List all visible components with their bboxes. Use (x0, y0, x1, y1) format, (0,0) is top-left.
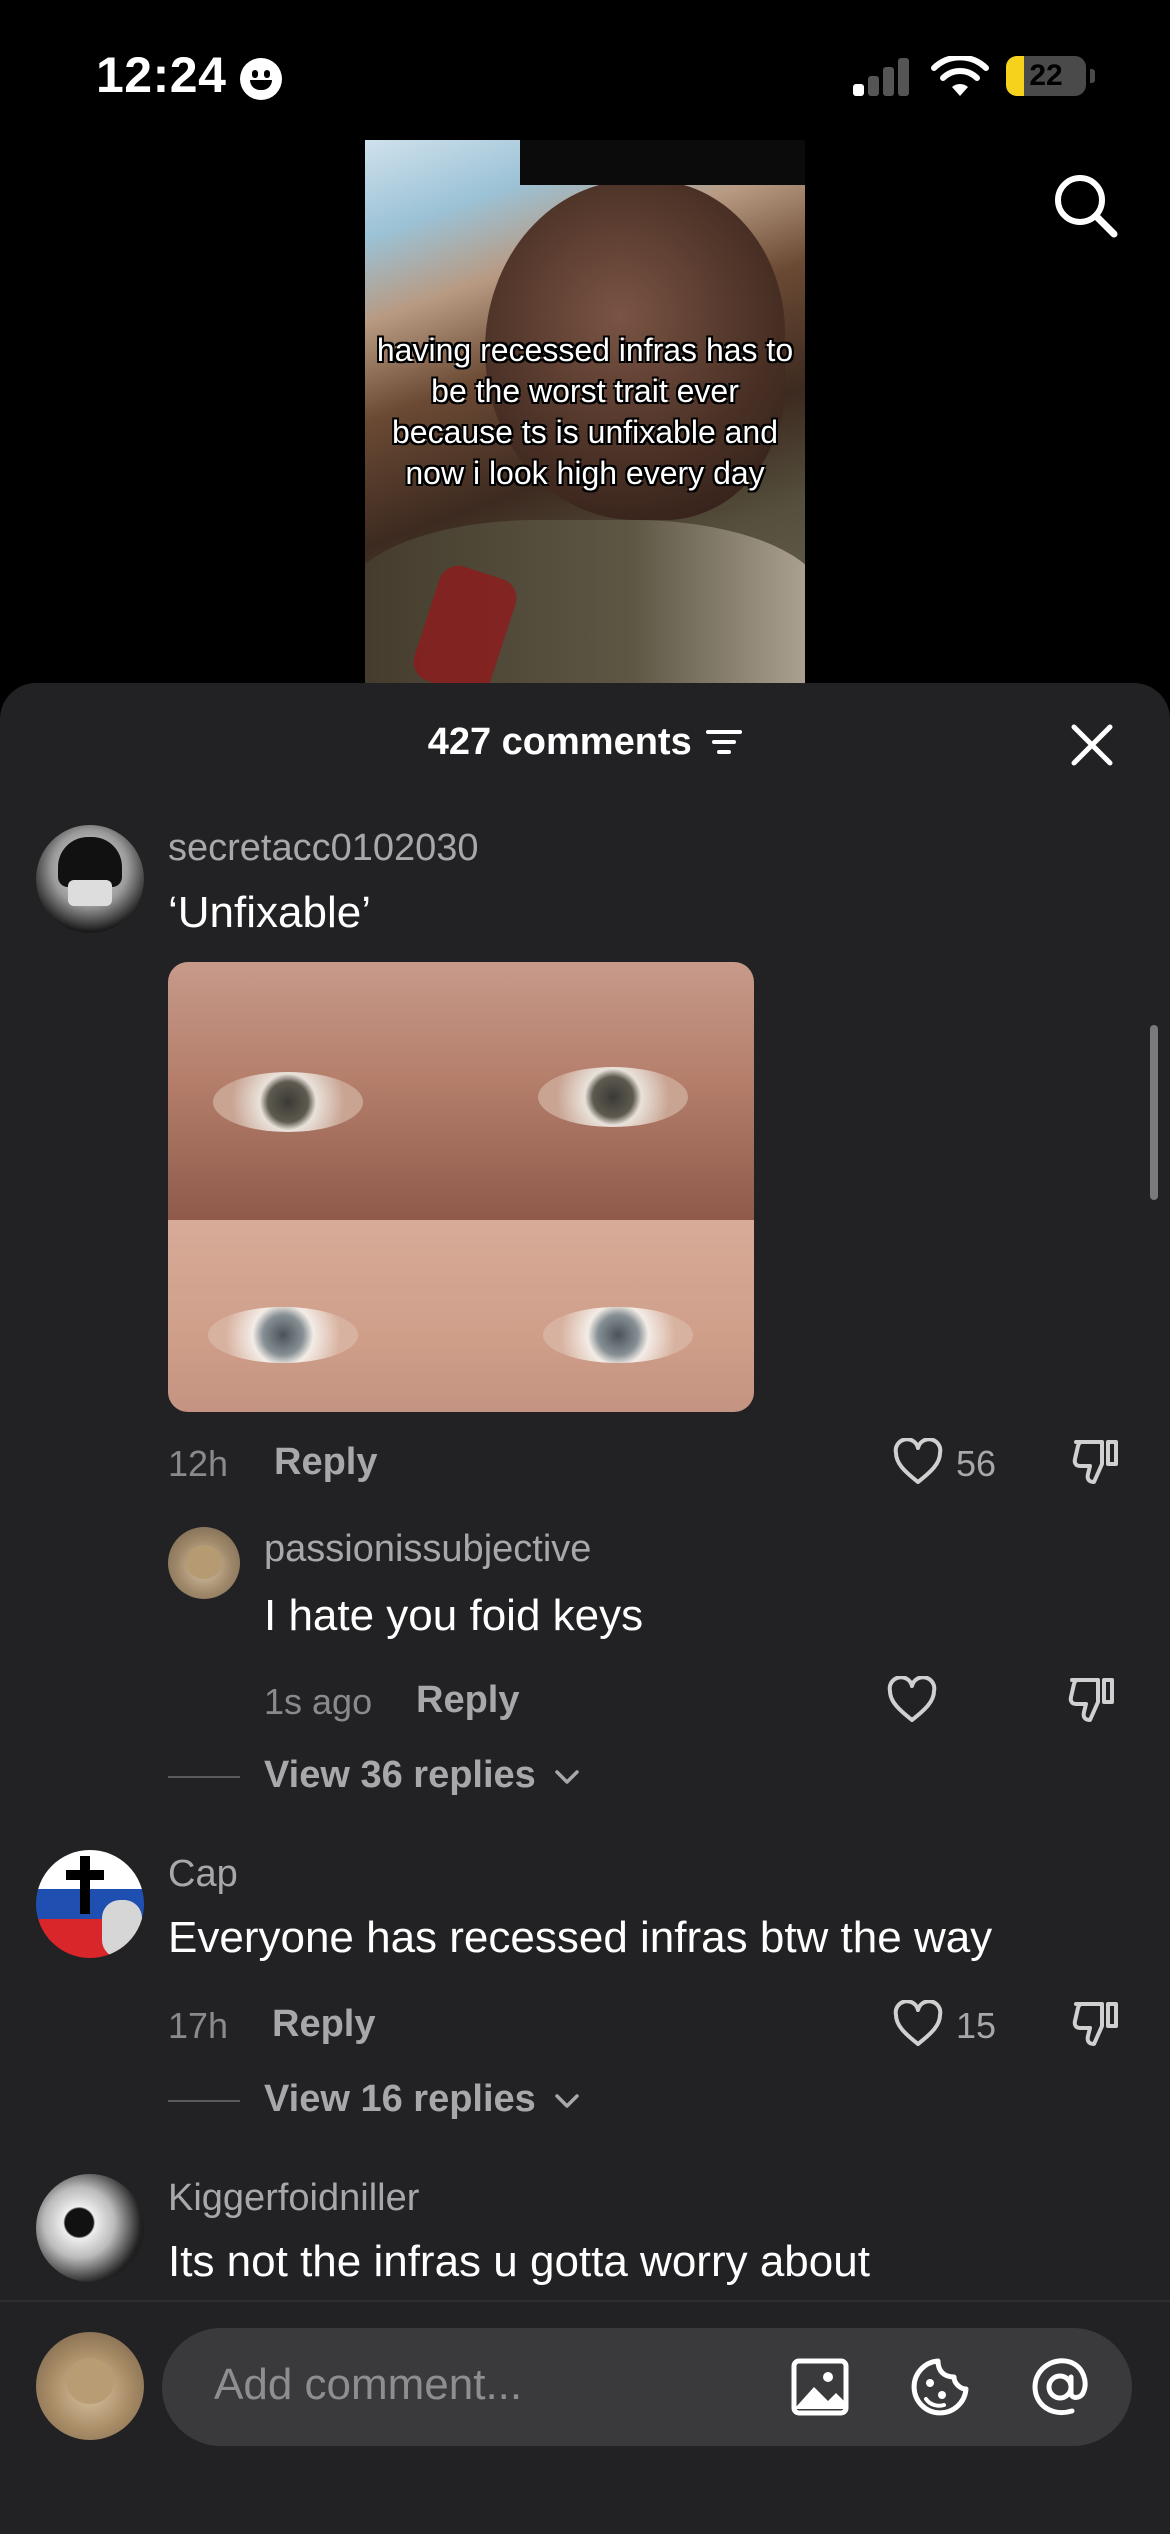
reply-username[interactable]: passionissubjective (264, 1528, 591, 1571)
avatar (36, 2332, 144, 2440)
comment-username[interactable]: Cap (168, 1853, 238, 1896)
close-icon[interactable] (1068, 721, 1116, 769)
reply-button[interactable]: Reply (416, 1679, 519, 1722)
dislike-icon[interactable] (1070, 1436, 1122, 1488)
dislike-icon[interactable] (1070, 1998, 1122, 2050)
avatar[interactable] (36, 2174, 144, 2282)
divider (168, 1776, 240, 1778)
comments-count[interactable]: 427 comments (0, 721, 1170, 764)
heart-icon[interactable] (892, 1438, 944, 1486)
comment-composer: Add comment... (0, 2300, 1170, 2534)
heart-icon[interactable] (892, 2000, 944, 2048)
divider (168, 2100, 240, 2102)
comment-image[interactable] (168, 962, 754, 1412)
battery-icon: 22 (1006, 56, 1095, 96)
comment-time: 17h (168, 2005, 229, 2046)
status-time: 12:24 (96, 47, 227, 103)
image-icon[interactable] (788, 2355, 852, 2419)
filter-icon[interactable] (706, 727, 743, 757)
comment-username[interactable]: Kiggerfoidniller (168, 2177, 419, 2220)
battery-level: 22 (1029, 59, 1063, 92)
avatar[interactable] (36, 1850, 144, 1958)
dislike-icon[interactable] (1066, 1674, 1118, 1726)
avatar[interactable] (168, 1527, 240, 1599)
reply-button[interactable]: Reply (274, 1441, 377, 1484)
comments-scrollbar[interactable] (1150, 1025, 1158, 1200)
view-replies-button[interactable]: View 36 replies (264, 1754, 580, 1797)
reply-time: 1s ago (264, 1681, 373, 1722)
chevron-down-icon (555, 1770, 580, 1784)
wifi-icon (931, 56, 989, 96)
chevron-down-icon (555, 2094, 580, 2108)
mention-icon[interactable] (1028, 2355, 1092, 2419)
view-replies-button[interactable]: View 16 replies (264, 2078, 580, 2121)
search-icon[interactable] (1050, 170, 1122, 242)
comment-input-placeholder: Add comment... (214, 2360, 523, 2409)
like-count: 56 (956, 1443, 997, 1484)
reply-button[interactable]: Reply (272, 2003, 375, 2046)
video-caption: having recessed infras has to be the wor… (376, 332, 794, 491)
comment-time: 12h (168, 1443, 229, 1484)
comment-input[interactable]: Add comment... (162, 2328, 1132, 2446)
heart-icon[interactable] (886, 1676, 938, 1724)
reply-text: I hate you foid keys (264, 1591, 644, 1640)
comment-text: Its not the infras u gotta worry about (168, 2237, 870, 2286)
status-bar: 12:24 22 (0, 0, 1170, 140)
comment-text: ‘Unfixable’ (168, 888, 371, 937)
comment-username[interactable]: secretacc0102030 (168, 827, 479, 870)
avatar[interactable] (36, 825, 144, 933)
like-count: 15 (956, 2005, 997, 2046)
comment-text: Everyone has recessed infras btw the way (168, 1913, 993, 1962)
smiley-icon (240, 58, 282, 100)
signal-icon (853, 56, 913, 96)
comments-header: 427 comments (0, 721, 1170, 791)
emoji-icon[interactable] (908, 2355, 972, 2419)
video-preview[interactable]: having recessed infras has to be the wor… (365, 140, 805, 685)
